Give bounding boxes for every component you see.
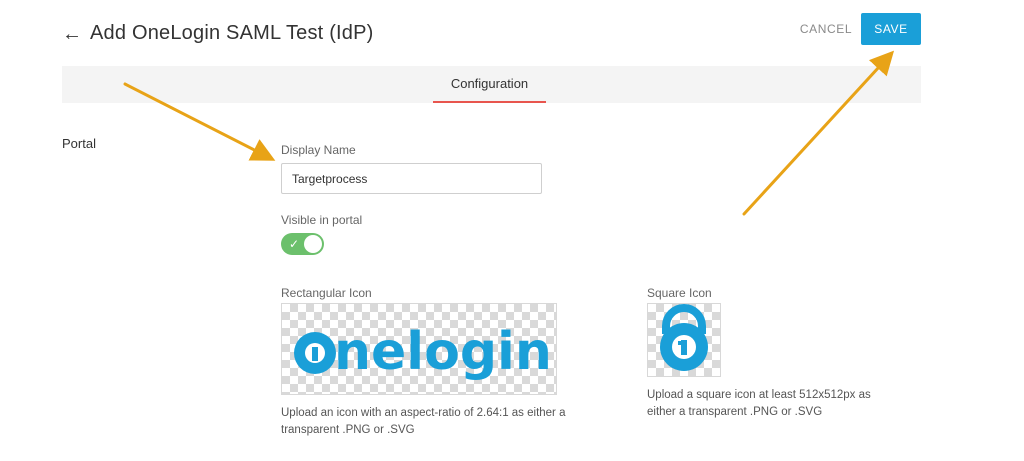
onelogin-logo: nelogin bbox=[294, 322, 552, 382]
square-icon-help: Upload a square icon at least 512x512px … bbox=[647, 387, 871, 421]
section-label-portal: Portal bbox=[62, 136, 96, 151]
cancel-button[interactable]: CANCEL bbox=[792, 13, 860, 45]
onelogin-logo-text: nelogin bbox=[334, 322, 552, 382]
toggle-knob bbox=[304, 235, 322, 253]
display-name-label: Display Name bbox=[281, 143, 356, 157]
rectangular-icon-help: Upload an icon with an aspect-ratio of 2… bbox=[281, 405, 565, 439]
back-arrow-icon[interactable]: ← bbox=[62, 24, 82, 44]
square-icon-upload[interactable] bbox=[647, 303, 721, 377]
check-icon: ✓ bbox=[289, 237, 300, 251]
visible-in-portal-toggle[interactable]: ✓ bbox=[281, 233, 324, 255]
tab-configuration-label: Configuration bbox=[450, 76, 529, 91]
square-icon-help-line2: either a transparent .PNG or .SVG bbox=[647, 406, 823, 418]
rectangular-icon-upload[interactable]: nelogin bbox=[281, 303, 557, 395]
onelogin-lock-icon bbox=[660, 304, 708, 371]
page-header: ← Add OneLogin SAML Test (IdP) bbox=[62, 22, 374, 45]
save-button[interactable]: SAVE bbox=[861, 13, 921, 45]
square-icon-help-line1: Upload a square icon at least 512x512px … bbox=[647, 389, 871, 401]
tab-configuration[interactable]: Configuration bbox=[433, 66, 546, 103]
page-title: Add OneLogin SAML Test (IdP) bbox=[90, 22, 374, 44]
square-icon-label: Square Icon bbox=[647, 286, 712, 300]
rectangular-icon-label: Rectangular Icon bbox=[281, 286, 372, 300]
active-tab-indicator bbox=[433, 101, 546, 103]
tab-bar: Configuration bbox=[62, 66, 921, 103]
display-name-input[interactable] bbox=[281, 163, 542, 194]
rectangular-icon-help-line2: transparent .PNG or .SVG bbox=[281, 424, 415, 436]
visible-in-portal-label: Visible in portal bbox=[281, 213, 363, 227]
rectangular-icon-help-line1: Upload an icon with an aspect-ratio of 2… bbox=[281, 407, 566, 419]
